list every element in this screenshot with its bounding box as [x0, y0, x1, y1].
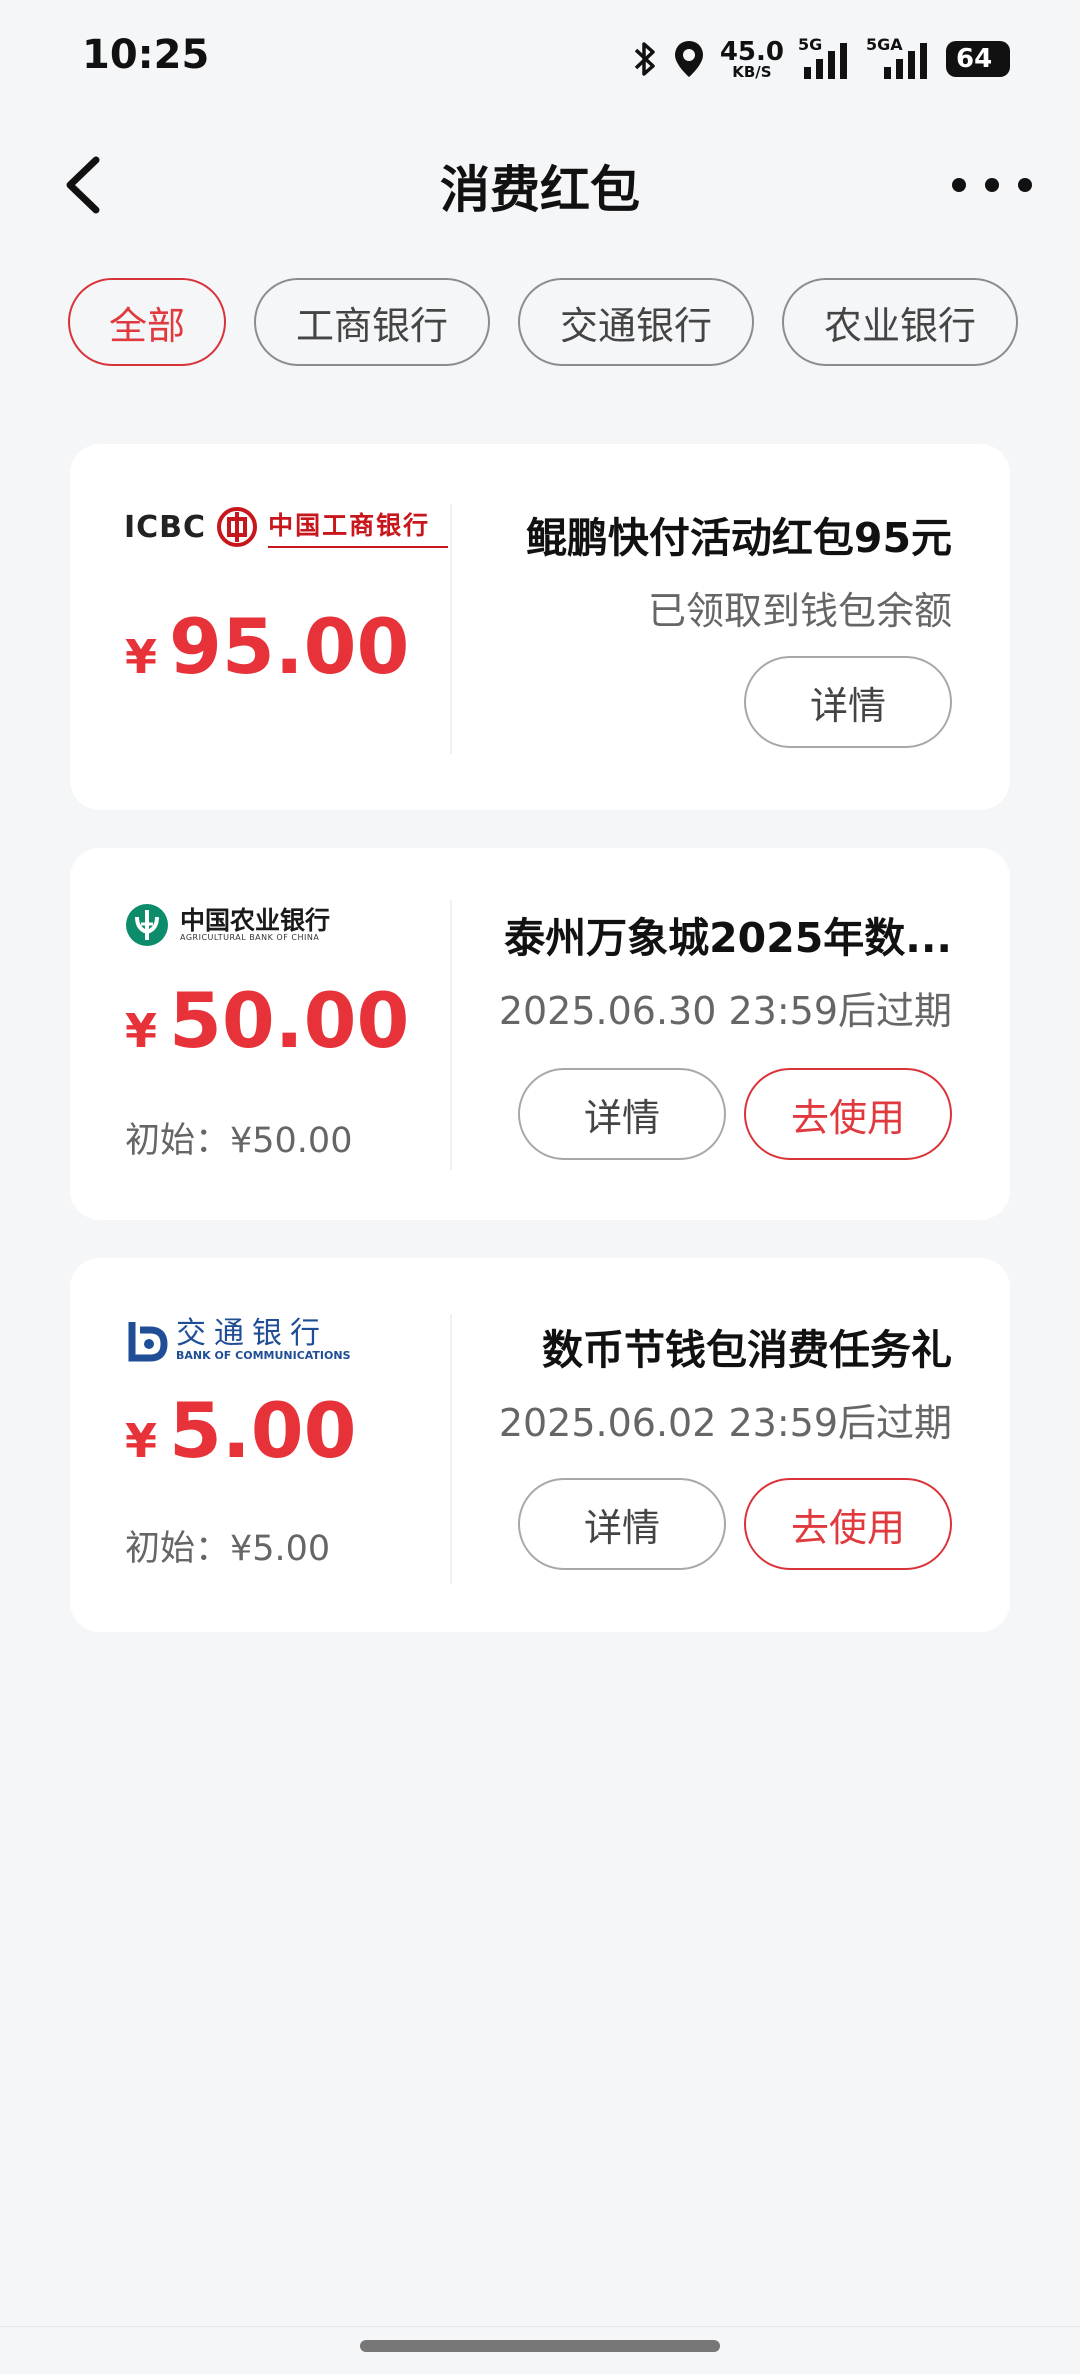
amount: ¥5.00: [125, 1386, 357, 1475]
expiry-text: 2025.06.30 23:59后过期: [498, 989, 952, 1033]
more-button[interactable]: [952, 160, 1032, 210]
icbc-logo: ICBC 中国工商银行: [124, 506, 449, 548]
initial-amount: 初始：¥50.00: [125, 1121, 353, 1161]
coupon-title: 数币节钱包消费任务礼: [542, 1326, 952, 1374]
bocom-logo: 交通银行 BANK OF COMMUNICATIONS: [124, 1318, 351, 1362]
abc-logo: 中国农业银行 AGRICULTURAL BANK OF CHINA: [124, 902, 330, 948]
tab-abc[interactable]: 农业银行: [782, 278, 1018, 366]
detail-button[interactable]: 详情: [518, 1068, 726, 1160]
initial-amount: 初始：¥5.00: [125, 1529, 331, 1569]
nav-bar: 消费红包: [0, 130, 1080, 240]
filter-tabs: 全部 工商银行 交通银行 农业银行: [68, 278, 1018, 366]
battery-icon: 64: [946, 41, 1010, 77]
expiry-text: 2025.06.02 23:59后过期: [498, 1401, 952, 1445]
home-indicator[interactable]: [360, 2340, 720, 2352]
network-speed: 45.0 KB/S: [719, 36, 784, 81]
tab-all[interactable]: 全部: [68, 278, 226, 366]
amount: ¥50.00: [125, 976, 410, 1065]
abc-emblem-icon: [126, 904, 168, 946]
more-dot: [985, 178, 999, 192]
coupon-title: 鲲鹏快付活动红包95元: [525, 514, 952, 562]
bluetooth-icon: [632, 39, 658, 79]
coupon-title: 泰州万象城2025年数...: [504, 914, 952, 962]
coupon-card-bocom: 交通银行 BANK OF COMMUNICATIONS ¥5.00 初始：¥5.…: [70, 1258, 1010, 1632]
status-bar: 10:25 45.0 KB/S 5G 5GA 64: [0, 0, 1080, 118]
bottom-divider: [0, 2326, 1080, 2327]
use-button[interactable]: 去使用: [744, 1478, 952, 1570]
page-title: 消费红包: [440, 161, 640, 219]
tab-icbc[interactable]: 工商银行: [254, 278, 490, 366]
location-icon: [672, 39, 706, 79]
detail-button[interactable]: 详情: [518, 1478, 726, 1570]
tab-bocom[interactable]: 交通银行: [518, 278, 754, 366]
use-button[interactable]: 去使用: [744, 1068, 952, 1160]
coupon-status: 已领取到钱包余额: [647, 589, 952, 633]
coupon-card-abc: 中国农业银行 AGRICULTURAL BANK OF CHINA ¥50.00…: [70, 848, 1010, 1220]
status-icons: 45.0 KB/S 5G 5GA 64: [632, 35, 1010, 82]
signal-5g-icon: 5G: [798, 35, 852, 81]
amount: ¥95.00: [125, 602, 410, 691]
status-time: 10:25: [82, 32, 210, 78]
signal-5ga-icon: 5GA: [866, 35, 932, 81]
detail-button[interactable]: 详情: [744, 656, 952, 748]
more-dot: [952, 178, 966, 192]
more-dot: [1018, 178, 1032, 192]
icbc-emblem-icon: [217, 507, 258, 547]
coupon-card-icbc: ICBC 中国工商银行 ¥95.00 鲲鹏快付活动红包95元 已领取到钱包余额 …: [70, 444, 1010, 810]
bocom-emblem-icon: [128, 1322, 168, 1362]
